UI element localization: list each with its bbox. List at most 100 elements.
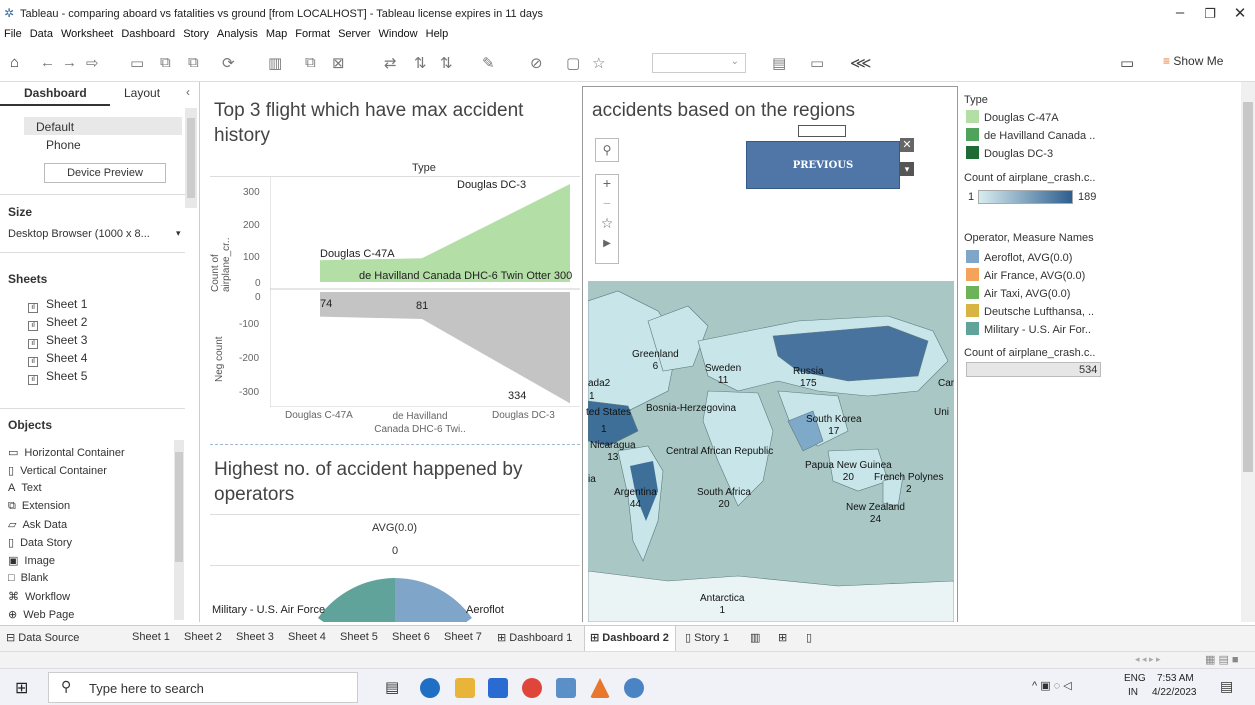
menu-data[interactable]: Data xyxy=(30,28,53,40)
menu-format[interactable]: Format xyxy=(295,28,330,40)
object-horizontal-container[interactable]: ▭ Horizontal Container xyxy=(8,446,125,459)
object-web-page[interactable]: ⊕ Web Page xyxy=(8,608,74,621)
zoom-out-icon[interactable]: − xyxy=(596,195,618,211)
pin-map-icon[interactable]: ☆ xyxy=(596,215,618,232)
new-story-tab-icon[interactable]: ▯ xyxy=(806,631,812,644)
presentation-icon[interactable]: ▭ xyxy=(810,54,824,72)
fit-dropdown[interactable]: ⌄ xyxy=(652,53,746,73)
objects-scrollbar[interactable] xyxy=(174,440,184,620)
close-icon[interactable]: ✕ xyxy=(1225,4,1255,22)
tab-layout[interactable]: Layout xyxy=(124,86,160,100)
device-default[interactable]: Default xyxy=(36,120,74,134)
legend-type-item[interactable]: Douglas C-47A xyxy=(966,110,1059,124)
tab-sheet-2[interactable]: Sheet 2 xyxy=(184,631,222,643)
pause-icon[interactable]: ⧉ xyxy=(188,54,199,71)
previous-button[interactable]: PREVIOUS xyxy=(746,141,900,189)
view-toggle-icon[interactable]: ▦ ▤ ■ xyxy=(1205,653,1239,666)
pin-icon[interactable]: ☆ xyxy=(592,54,605,72)
tab-sheet-6[interactable]: Sheet 6 xyxy=(392,631,430,643)
notifications-icon[interactable]: ▤ xyxy=(1220,678,1233,695)
object-blank[interactable]: □ Blank xyxy=(8,572,48,584)
map-play-icon[interactable]: ▶ xyxy=(596,238,618,249)
menu-file[interactable]: File xyxy=(4,28,22,40)
legend-type-item[interactable]: Douglas DC-3 xyxy=(966,146,1053,160)
duplicate-icon[interactable]: ⧉ xyxy=(305,54,316,71)
home-icon[interactable]: ⌂ xyxy=(10,54,19,71)
device-phone[interactable]: Phone xyxy=(46,138,81,152)
sort-asc-icon[interactable]: ⇅ xyxy=(414,54,427,72)
chrome-icon[interactable] xyxy=(522,678,542,698)
canvas-scrollbar[interactable] xyxy=(1241,82,1255,622)
back-icon[interactable]: ← xyxy=(40,54,55,71)
menu-server[interactable]: Server xyxy=(338,28,370,40)
map-search-icon[interactable]: ⚲ xyxy=(595,138,619,162)
clock-date[interactable]: 4/22/2023 xyxy=(1152,687,1197,698)
menu-dashboard[interactable]: Dashboard xyxy=(121,28,175,40)
tray-icons[interactable]: ^ ▣ ◌ ◁ xyxy=(1032,679,1072,692)
redo-icon[interactable]: ⇨ xyxy=(86,54,99,72)
new-worksheet-icon[interactable]: ▥ xyxy=(268,54,282,72)
menu-analysis[interactable]: Analysis xyxy=(217,28,258,40)
file-explorer-icon[interactable] xyxy=(455,678,475,698)
object-workflow[interactable]: ⌘ Workflow xyxy=(8,590,70,603)
tab-dashboard[interactable]: Dashboard xyxy=(24,86,87,100)
windows-start-icon[interactable]: ⊞ xyxy=(15,678,28,698)
legend-operator-item[interactable]: Deutsche Lufthansa, .. xyxy=(966,304,1094,318)
tab-sheet-7[interactable]: Sheet 7 xyxy=(444,631,482,643)
legend-operator-item[interactable]: Military - U.S. Air For.. xyxy=(966,322,1091,336)
app-icon[interactable] xyxy=(624,678,644,698)
menu-story[interactable]: Story xyxy=(183,28,209,40)
dropdown-icon[interactable]: ▾ xyxy=(900,162,914,176)
share-icon[interactable]: ⋘ xyxy=(850,54,871,72)
tab-data-source[interactable]: ⊟ Data Source xyxy=(6,631,79,644)
menu-window[interactable]: Window xyxy=(379,28,418,40)
sort-desc-icon[interactable]: ⇅ xyxy=(440,54,453,72)
group-icon[interactable]: ⊘ xyxy=(530,54,543,72)
device-preview-button[interactable]: Device Preview xyxy=(44,163,166,183)
forward-icon[interactable]: → xyxy=(62,54,77,71)
lang-in[interactable]: IN xyxy=(1128,687,1138,698)
collapse-pane-icon[interactable]: ‹ xyxy=(186,85,190,99)
object-ask-data[interactable]: ▱ Ask Data xyxy=(8,518,67,531)
tab-sheet-1[interactable]: Sheet 1 xyxy=(132,631,170,643)
lang-eng[interactable]: ENG xyxy=(1124,673,1146,684)
store-icon[interactable] xyxy=(488,678,508,698)
show-cards-icon[interactable]: ▤ xyxy=(772,54,786,72)
save-icon[interactable]: ▭ xyxy=(130,54,144,72)
menu-help[interactable]: Help xyxy=(426,28,449,40)
zoom-in-icon[interactable]: + xyxy=(596,175,618,191)
vlc-icon[interactable] xyxy=(590,678,610,698)
sheet-item[interactable]: ıl Sheet 4 xyxy=(28,351,87,367)
clock-time[interactable]: 7:53 AM xyxy=(1157,673,1194,684)
clear-sheet-icon[interactable]: ⊠ xyxy=(332,54,345,72)
show-me-button[interactable]: ≡ Show Me xyxy=(1163,54,1223,68)
label-icon[interactable]: ▢ xyxy=(566,54,580,72)
legend-operator-item[interactable]: Air Taxi, AVG(0.0) xyxy=(966,286,1070,300)
scrollbar[interactable] xyxy=(185,108,197,208)
object-extension[interactable]: ⧉ Extension xyxy=(8,500,70,513)
menu-worksheet[interactable]: Worksheet xyxy=(61,28,113,40)
close-button-icon[interactable]: ✕ xyxy=(900,138,914,152)
tab-sheet-4[interactable]: Sheet 4 xyxy=(288,631,326,643)
tableau-taskbar-icon[interactable] xyxy=(556,678,576,698)
restore-icon[interactable]: ❐ xyxy=(1195,6,1225,22)
nav-icons[interactable]: ◂ ◂ ▸ ▸ xyxy=(1135,654,1161,665)
object-data-story[interactable]: ▯ Data Story xyxy=(8,536,72,549)
new-worksheet-tab-icon[interactable]: ▥ xyxy=(750,631,760,644)
tab-dashboard-2[interactable]: ⊞ Dashboard 2 xyxy=(590,631,669,644)
drag-handle[interactable] xyxy=(798,125,846,137)
edge-icon[interactable] xyxy=(420,678,440,698)
new-dashboard-tab-icon[interactable]: ⊞ xyxy=(778,631,787,644)
tab-dashboard-1[interactable]: ⊞ Dashboard 1 xyxy=(497,631,572,644)
object-image[interactable]: ▣ Image xyxy=(8,554,55,567)
task-view-icon[interactable]: ▤ xyxy=(385,678,399,696)
new-datasource-icon[interactable]: ⧉ xyxy=(160,54,171,71)
sheet-item[interactable]: ıl Sheet 1 xyxy=(28,297,87,313)
sheet-item[interactable]: ıl Sheet 2 xyxy=(28,315,87,331)
swap-icon[interactable]: ⇄ xyxy=(384,54,397,72)
legend-type-item[interactable]: de Havilland Canada .. xyxy=(966,128,1095,142)
legend-operator-item[interactable]: Air France, AVG(0.0) xyxy=(966,268,1085,282)
size-dropdown[interactable]: Desktop Browser (1000 x 8... xyxy=(8,228,150,240)
size-chevron-icon[interactable]: ▾ xyxy=(176,228,181,239)
tab-sheet-3[interactable]: Sheet 3 xyxy=(236,631,274,643)
